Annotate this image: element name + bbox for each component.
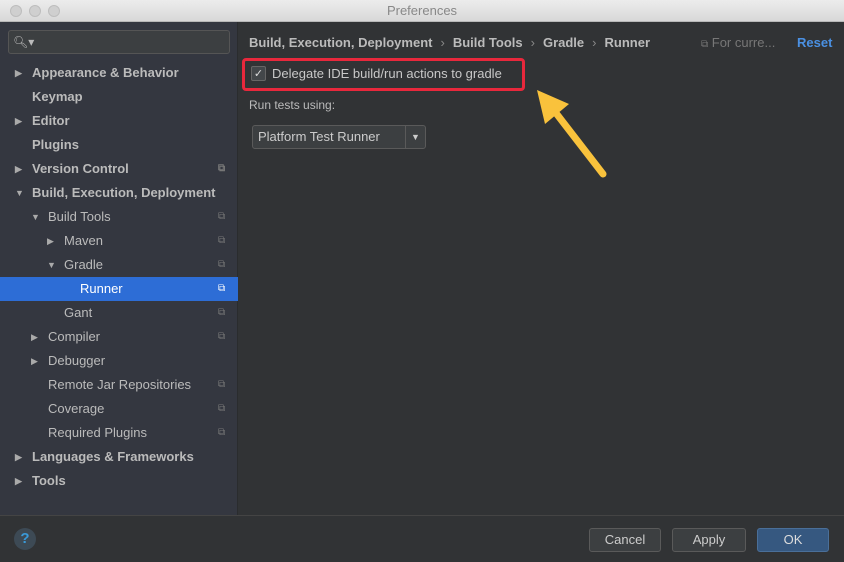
project-scope-icon: ⧉ [218, 163, 226, 174]
cancel-button[interactable]: Cancel [589, 528, 661, 552]
sidebar-item-label: Version Control [32, 161, 129, 176]
sidebar-item-label: Appearance & Behavior [32, 65, 179, 80]
sidebar-item[interactable]: ▶ Compiler ⧉ [0, 325, 238, 349]
sidebar-item-label: Keymap [32, 89, 83, 104]
breadcrumb-item: Build Tools [452, 35, 523, 50]
sidebar-item[interactable]: Gant ⧉ [0, 301, 238, 325]
sidebar-item[interactable]: ▼ Build, Execution, Deployment [0, 181, 238, 205]
sidebar-item[interactable]: Runner ⧉ [0, 277, 238, 301]
search-icon: 🔍︎▾ [13, 35, 35, 49]
project-scope-icon: ⧉ [218, 307, 226, 318]
run-tests-value: Platform Test Runner [258, 129, 380, 144]
project-scope-icon: ⧉ [218, 211, 226, 222]
project-scope-icon: ⧉ [218, 235, 226, 246]
chevron-right-icon[interactable]: ▶ [15, 109, 22, 133]
chevron-right-icon[interactable]: ▶ [15, 445, 22, 469]
sidebar-item[interactable]: ▶ Version Control ⧉ [0, 157, 238, 181]
breadcrumb-item: Build, Execution, Deployment [249, 35, 433, 50]
ok-button[interactable]: OK [757, 528, 829, 552]
project-scope-icon: ⧉ [218, 403, 226, 414]
sidebar-item[interactable]: Keymap [0, 85, 238, 109]
copy-icon: ⧉ [701, 39, 709, 50]
settings-panel: Build, Execution, Deployment › Build Tools… [239, 22, 844, 515]
project-scope-icon: ⧉ [218, 427, 226, 438]
sidebar-item[interactable]: Plugins [0, 133, 238, 157]
close-window-button[interactable] [10, 5, 22, 17]
sidebar-item-label: Required Plugins [48, 425, 148, 440]
sidebar-item-label: Gradle [64, 257, 104, 272]
chevron-down-icon[interactable]: ▼ [47, 253, 56, 277]
sidebar-item-label: Tools [32, 473, 66, 488]
delegate-checkbox-label[interactable]: Delegate IDE build/run actions to gradle [272, 66, 502, 81]
sidebar-item-label: Editor [32, 113, 70, 128]
chevron-right-icon[interactable]: ▶ [15, 157, 22, 181]
sidebar-item[interactable]: Required Plugins ⧉ [0, 421, 238, 445]
sidebar-item[interactable]: ▶ Editor [0, 109, 238, 133]
chevron-right-icon[interactable]: ▶ [15, 469, 22, 493]
minimize-window-button[interactable] [29, 5, 41, 17]
sidebar-item-label: Compiler [48, 329, 101, 344]
for-current-label: For curre... [711, 35, 776, 50]
chevron-right-icon[interactable]: ▶ [31, 349, 38, 373]
sidebar-item[interactable]: Coverage ⧉ [0, 397, 238, 421]
run-tests-dropdown[interactable]: Platform Test Runner ▼ [252, 125, 426, 149]
sidebar-item-label: Gant [64, 305, 93, 320]
sidebar-item[interactable]: ▶ Tools [0, 469, 238, 493]
sidebar-item-label: Build Tools [48, 209, 111, 224]
chevron-right-icon: › [592, 35, 597, 50]
sidebar-item-label: Debugger [48, 353, 106, 368]
sidebar-item-label: Coverage [48, 401, 105, 416]
run-tests-label: Run tests using: [249, 98, 336, 112]
chevron-down-icon: ▼ [405, 126, 425, 148]
chevron-down-icon[interactable]: ▼ [31, 205, 40, 229]
project-scope-icon: ⧉ [218, 283, 226, 294]
breadcrumb: Build, Execution, Deployment › Build Tools… [249, 35, 650, 50]
reset-link[interactable]: Reset [797, 35, 832, 50]
delegate-checkbox[interactable]: ✓ [251, 66, 266, 81]
zoom-window-button[interactable] [48, 5, 60, 17]
breadcrumb-item: Gradle [542, 35, 585, 50]
chevron-right-icon[interactable]: ▶ [31, 325, 38, 349]
chevron-right-icon[interactable]: ▶ [47, 229, 54, 253]
sidebar-item-label: Remote Jar Repositories [48, 377, 192, 392]
window-title: Preferences [386, 3, 458, 18]
sidebar-item-label: Plugins [32, 137, 79, 152]
sidebar-item-label: Maven [64, 233, 104, 248]
sidebar-item[interactable]: ▼ Gradle ⧉ [0, 253, 238, 277]
chevron-right-icon[interactable]: ▶ [15, 61, 22, 85]
project-scope-icon: ⧉ [218, 379, 226, 390]
project-scope-icon: ⧉ [218, 331, 226, 342]
title-bar: Preferences [0, 0, 844, 22]
sidebar-item-label: Runner [80, 281, 123, 296]
breadcrumb-item: Runner [604, 35, 651, 50]
sidebar-item[interactable]: ▼ Build Tools ⧉ [0, 205, 238, 229]
sidebar-item-label: Languages & Frameworks [32, 449, 194, 464]
sidebar-item[interactable]: ▶ Appearance & Behavior [0, 61, 238, 85]
sidebar-item[interactable]: ▶ Maven ⧉ [0, 229, 238, 253]
settings-search-input[interactable]: 🔍︎▾ [8, 30, 230, 54]
sidebar-item[interactable]: Remote Jar Repositories ⧉ [0, 373, 238, 397]
for-current-project-note: ⧉ For curre... [701, 35, 775, 50]
sidebar-item[interactable]: ▶ Debugger [0, 349, 238, 373]
help-button[interactable]: ? [14, 528, 36, 550]
sidebar-item-label: Build, Execution, Deployment [32, 185, 216, 200]
chevron-right-icon: › [440, 35, 445, 50]
settings-sidebar: 🔍︎▾ ▶ Appearance & Behavior Keymap ▶ Editor P… [0, 22, 238, 515]
chevron-down-icon[interactable]: ▼ [15, 181, 24, 205]
sidebar-item[interactable]: ▶ Languages & Frameworks [0, 445, 238, 469]
apply-button[interactable]: Apply [672, 528, 746, 552]
chevron-right-icon: › [530, 35, 535, 50]
dialog-footer: ? Cancel Apply OK [0, 515, 844, 562]
project-scope-icon: ⧉ [218, 259, 226, 270]
annotation-arrow-icon [537, 90, 607, 178]
